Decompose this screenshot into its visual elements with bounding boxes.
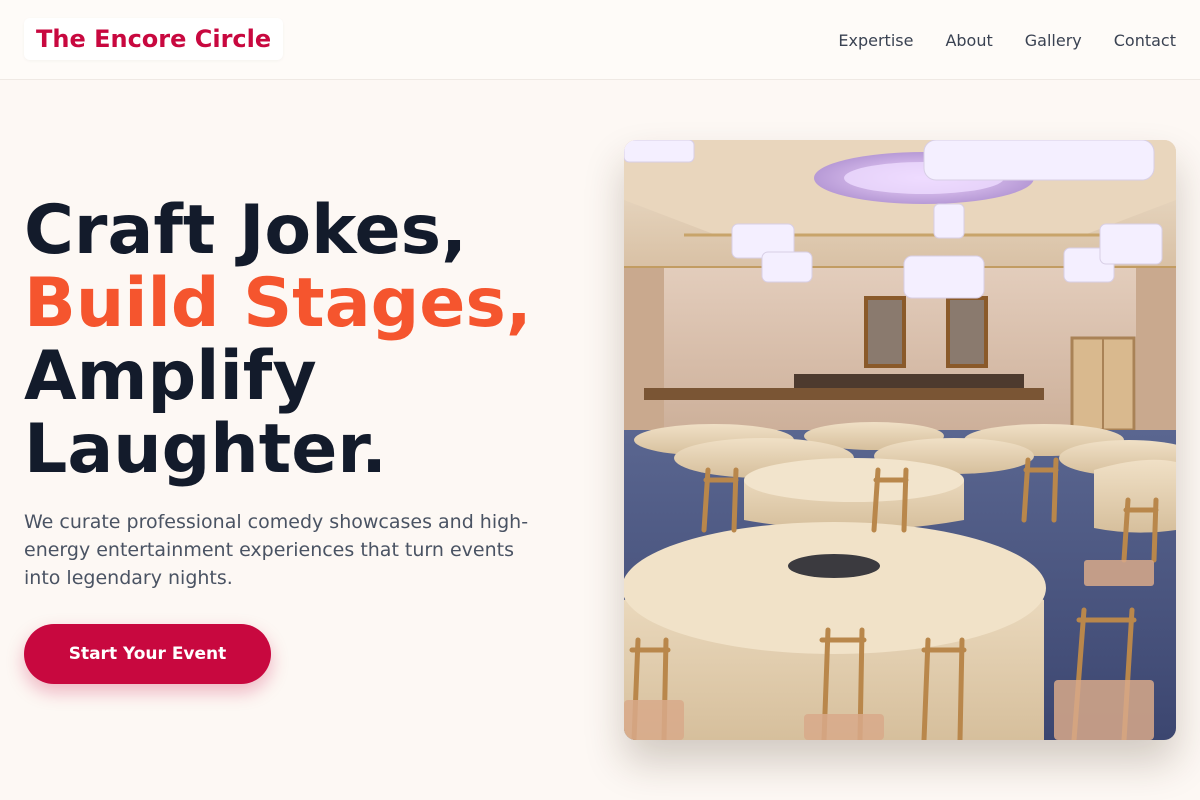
hero-title-line-4: Laughter.	[24, 410, 388, 489]
hero-title-line-1: Craft Jokes,	[24, 191, 467, 270]
hero-ballroom-image	[624, 140, 1176, 740]
main-nav: Expertise About Gallery Contact	[838, 0, 1176, 80]
hero-title: Craft Jokes, Build Stages, Amplify Laugh…	[24, 194, 532, 486]
site-header: The Encore Circle Expertise About Galler…	[0, 0, 1200, 80]
nav-link-expertise[interactable]: Expertise	[838, 31, 913, 50]
ballroom-illustration	[624, 140, 1176, 740]
nav-link-contact[interactable]: Contact	[1114, 31, 1176, 50]
hero-title-line-2-accent: Build Stages,	[24, 264, 532, 343]
nav-link-about[interactable]: About	[945, 31, 992, 50]
start-event-button[interactable]: Start Your Event	[24, 624, 271, 684]
nav-link-gallery[interactable]: Gallery	[1025, 31, 1082, 50]
hero-title-line-3: Amplify	[24, 337, 317, 416]
hero-subtitle: We curate professional comedy showcases …	[24, 511, 529, 589]
site-logo[interactable]: The Encore Circle	[24, 18, 284, 60]
